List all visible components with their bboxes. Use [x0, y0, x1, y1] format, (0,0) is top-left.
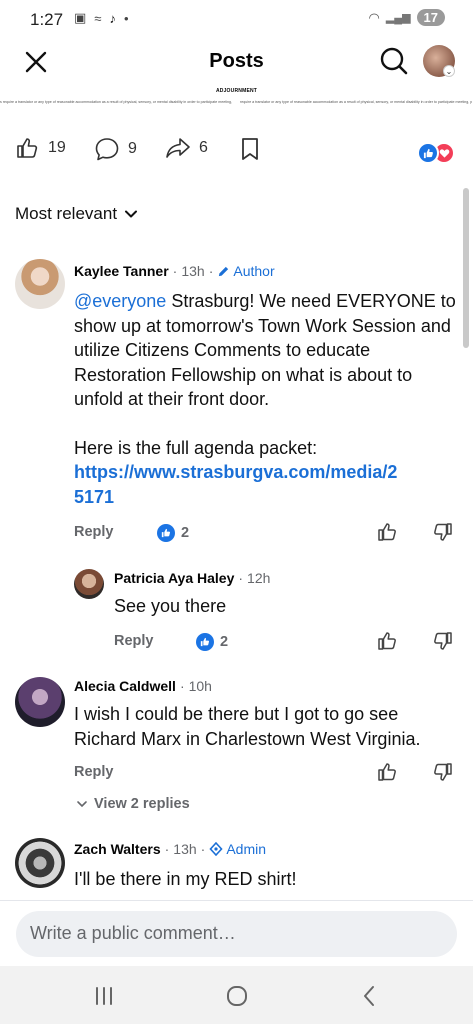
comment-reactions[interactable]: 2 [196, 633, 228, 651]
comment-body: @everyone Strasburg! We need EVERYONE to… [74, 289, 459, 412]
view-replies-button[interactable]: View 2 replies [76, 796, 190, 812]
reaction-count: 2 [181, 525, 190, 541]
avatar[interactable] [15, 259, 65, 309]
comment-text: I'll be there in my RED shirt! [74, 869, 297, 889]
comment-time[interactable]: 10h [189, 678, 212, 694]
system-navbar [0, 966, 473, 1024]
reaction-summary[interactable] [417, 142, 455, 164]
bookmark-icon[interactable] [240, 137, 260, 161]
sort-label: Most relevant [15, 204, 118, 223]
comment-composer[interactable]: Write a public comment… [16, 911, 457, 957]
like-reaction-icon [157, 524, 175, 542]
downvote-icon[interactable] [431, 761, 453, 783]
agenda-link[interactable]: https://www.strasburgva.com/media/25171 [74, 460, 404, 509]
document-heading: ADJOURNMENT [215, 88, 258, 94]
upvote-icon[interactable] [377, 630, 399, 652]
mention-everyone[interactable]: @everyone [74, 291, 166, 311]
downvote-icon[interactable] [431, 630, 453, 652]
post-image-document[interactable]: ADJOURNMENT s require a translator or an… [0, 88, 473, 118]
screenshot-icon: ▣ [74, 10, 87, 25]
system-icons: ◠ ▂▄▆ 17 [368, 9, 445, 26]
commenter-name[interactable]: Alecia Caldwell [74, 678, 176, 694]
comment-header: Zach Walters · 13h · Admin [74, 841, 266, 857]
avatar[interactable] [15, 838, 65, 888]
reply-button[interactable]: Reply [114, 633, 154, 649]
scrollbar[interactable] [463, 188, 469, 348]
chevron-down-icon[interactable]: ⌄ [443, 65, 455, 77]
status-time: 1:27 [30, 10, 64, 29]
battery-badge: 17 [416, 9, 445, 26]
share-button[interactable]: 6 [165, 136, 208, 160]
chevron-down-icon [125, 210, 138, 218]
share-count: 6 [199, 139, 208, 156]
comment-text: See you there [114, 596, 227, 616]
upvote-icon[interactable] [377, 761, 399, 783]
document-text-left: s require a translator or any type of re… [0, 100, 232, 104]
comment-button[interactable]: 9 [94, 136, 137, 162]
separator-dot: · [164, 841, 170, 857]
commenter-name[interactable]: Zach Walters [74, 841, 161, 857]
commenter-name[interactable]: Patricia Aya Haley [114, 570, 234, 586]
document-text-right: require a translator or any type of reas… [240, 100, 472, 104]
upvote-icon[interactable] [377, 521, 399, 543]
status-bar: 1:27 ▣ ≈ ♪ • ◠ ▂▄▆ 17 [0, 0, 473, 40]
comment-bubble-icon [95, 138, 119, 161]
comment-header: Kaylee Tanner · 13h · Author [74, 263, 275, 279]
composer-divider [0, 900, 473, 901]
admin-badge-label: Admin [226, 841, 267, 857]
like-count: 19 [48, 139, 66, 156]
recent-apps-icon[interactable] [92, 984, 116, 1008]
dot-icon: • [123, 10, 129, 26]
signal-icon: ▂▄▆ [385, 12, 411, 24]
comment-text-agenda: Here is the full agenda packet: [74, 438, 318, 458]
share-arrow-icon [166, 138, 190, 158]
chevron-down-icon [77, 801, 87, 808]
comment-text: I wish I could be there but I got to go … [74, 704, 421, 749]
like-reaction-icon [196, 633, 214, 651]
comment-time[interactable]: 12h [247, 570, 270, 586]
separator-dot: · [179, 678, 185, 694]
separator-dot: · [238, 570, 244, 586]
author-badge: Author [217, 263, 275, 279]
commenter-name[interactable]: Kaylee Tanner [74, 263, 169, 279]
author-badge-label: Author [233, 263, 275, 279]
separator-dot: · [172, 263, 178, 279]
like-button[interactable]: 19 [16, 136, 66, 160]
view-replies-label: View 2 replies [94, 796, 190, 812]
downvote-icon[interactable] [431, 521, 453, 543]
comment-count: 9 [128, 140, 137, 157]
comment-header: Alecia Caldwell · 10h [74, 678, 212, 694]
home-icon[interactable] [225, 984, 249, 1008]
tiktok-icon: ♪ [109, 10, 116, 26]
header: Posts ⌄ [0, 40, 473, 86]
reply-button[interactable]: Reply [74, 524, 114, 540]
thumbs-up-icon [17, 138, 38, 158]
like-reaction-icon [417, 142, 439, 164]
admin-badge: Admin [209, 841, 266, 857]
reaction-count: 2 [220, 634, 229, 650]
avatar[interactable] [74, 569, 104, 599]
separator-dot: · [200, 841, 206, 857]
comment-reactions[interactable]: 2 [157, 524, 189, 542]
avatar[interactable] [15, 677, 65, 727]
comment-header: Patricia Aya Haley · 12h [114, 570, 270, 586]
pencil-icon [219, 266, 229, 276]
comment-input-placeholder: Write a public comment… [30, 923, 236, 943]
sort-dropdown[interactable]: Most relevant [15, 204, 139, 224]
comment-time[interactable]: 13h [181, 263, 204, 279]
back-icon[interactable] [358, 984, 382, 1008]
separator-dot: · [208, 263, 214, 279]
notification-icons: ▣ ≈ ♪ • [74, 10, 129, 26]
comment-time[interactable]: 13h [173, 841, 196, 857]
post-actions: 19 9 6 [0, 136, 473, 172]
reply-button[interactable]: Reply [74, 764, 114, 780]
search-icon[interactable] [379, 46, 409, 76]
wifi-icon: ◠ [368, 9, 380, 25]
admin-shield-icon [209, 842, 223, 856]
signal-noise-icon: ≈ [94, 10, 102, 26]
